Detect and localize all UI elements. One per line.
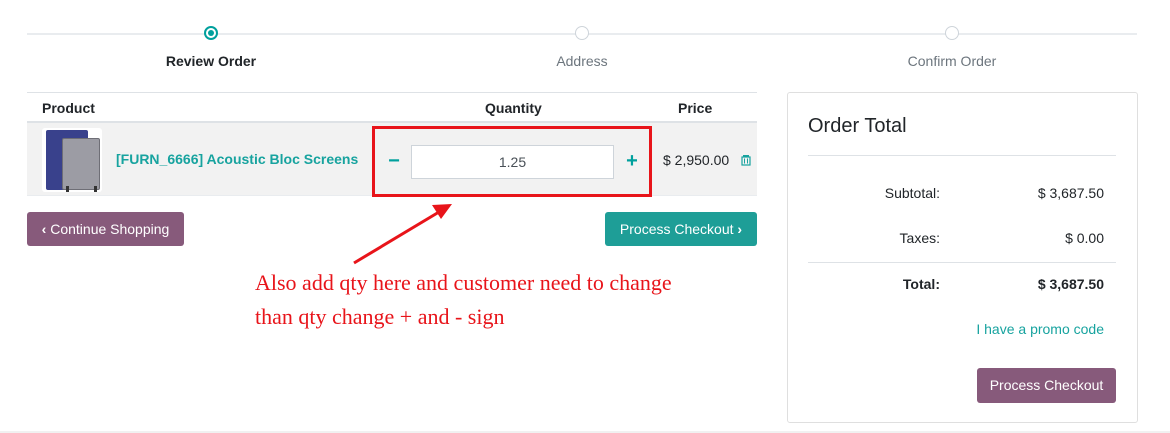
step-review-order: Review Order (111, 20, 311, 69)
promo-code-link[interactable]: I have a promo code (976, 321, 1104, 337)
annotation-arrow-icon (353, 204, 452, 265)
annotation-note: Also add qty here and customer need to c… (255, 270, 672, 329)
step-confirm-order: Confirm Order (852, 20, 1052, 69)
total-value: $ 3,687.50 (1037, 276, 1104, 292)
step-label: Review Order (165, 53, 257, 69)
taxes-label: Taxes: (899, 230, 940, 246)
product-name-link[interactable]: [FURN_6666] Acoustic Bloc Screens (116, 151, 358, 167)
qty-increase-button[interactable]: + (621, 151, 643, 171)
chevron-right-icon: › (737, 221, 743, 237)
checkout-progress-wizard: Review Order Address Confirm Order (27, 20, 1137, 80)
line-price: $ 2,950.00 (663, 152, 730, 168)
screen-leg (94, 186, 97, 192)
subtotal-value: $ 3,687.50 (1037, 185, 1104, 201)
taxes-value: $ 0.00 (1065, 230, 1104, 246)
chevron-left-icon: ‹ (41, 221, 47, 237)
column-header-quantity: Quantity (485, 100, 542, 116)
order-total-title: Order Total (808, 115, 907, 137)
step-label: Confirm Order (907, 53, 997, 69)
cart-header-row: Product Quantity Price (27, 92, 757, 123)
step-address: Address (482, 20, 682, 69)
step-dot (945, 26, 959, 40)
screen-panel-front (62, 138, 100, 190)
annotation-highlight-box: − + (372, 126, 652, 197)
step-active-dot (204, 26, 218, 40)
process-checkout-button[interactable]: Process Checkout › (605, 212, 757, 246)
step-label: Address (556, 53, 608, 69)
summary-process-checkout-button[interactable]: Process Checkout (977, 368, 1116, 403)
continue-shopping-button[interactable]: ‹ Continue Shopping (27, 212, 184, 246)
order-total-card: Order Total Subtotal: $ 3,687.50 Taxes: … (787, 92, 1138, 423)
process-checkout-label: Process Checkout (619, 221, 734, 237)
screen-leg (66, 186, 69, 192)
qty-decrease-button[interactable]: − (383, 151, 405, 171)
trash-icon[interactable] (739, 152, 753, 168)
subtotal-label: Subtotal: (884, 185, 940, 201)
column-header-price: Price (678, 100, 713, 116)
cart-line-row: [FURN_6666] Acoustic Bloc Screens − + $ … (27, 123, 757, 197)
continue-shopping-label: Continue Shopping (50, 221, 170, 237)
column-header-product: Product (42, 100, 95, 116)
total-label: Total: (902, 276, 940, 292)
divider (808, 262, 1116, 263)
step-dot (575, 26, 589, 40)
divider (808, 155, 1116, 156)
product-thumbnail[interactable] (42, 128, 102, 192)
quantity-input[interactable] (411, 145, 614, 179)
cart-table: Product Quantity Price [FURN_6666] Acous… (27, 92, 757, 197)
